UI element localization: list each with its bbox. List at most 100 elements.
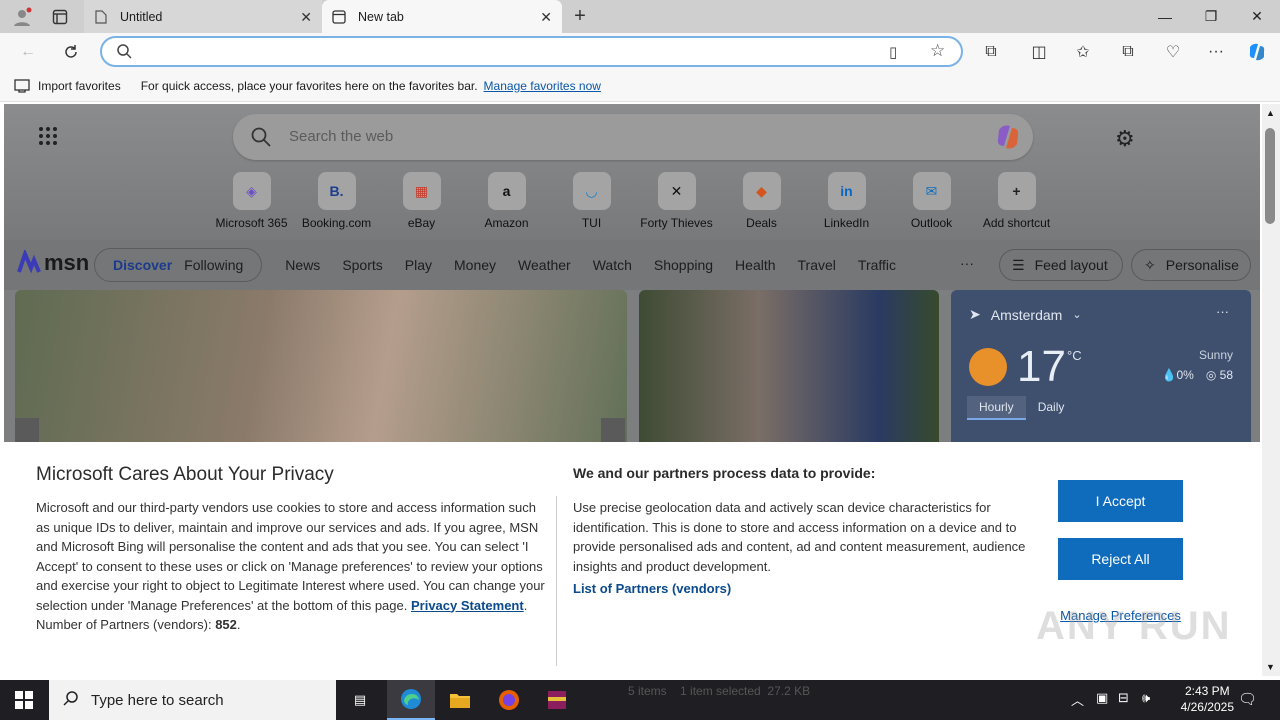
msn-logo[interactable]: msn: [16, 250, 89, 276]
clock[interactable]: 2:43 PM 4/26/2025: [1181, 683, 1234, 715]
minimize-icon[interactable]: —: [1142, 0, 1188, 33]
shortcut-icon: ◡: [572, 172, 611, 210]
privacy-title: Microsoft Cares About Your Privacy: [36, 464, 334, 485]
notifications-icon[interactable]: 🗨: [1238, 690, 1257, 708]
address-bar[interactable]: ▯ ☆: [100, 36, 963, 67]
privacy-statement-link[interactable]: Privacy Statement: [411, 598, 524, 613]
list-of-partners-link[interactable]: List of Partners (vendors): [573, 581, 731, 596]
copilot-icon[interactable]: [1244, 39, 1270, 65]
more-categories-icon[interactable]: ···: [960, 255, 974, 271]
shortcut-label: Booking.com: [301, 216, 372, 230]
shortcut-label: TUI: [581, 216, 602, 230]
tab-untitled[interactable]: Untitled ✕: [84, 0, 322, 33]
feed-layout-button[interactable]: ☰ Feed layout: [999, 249, 1123, 281]
tab-actions-icon[interactable]: [50, 7, 70, 27]
shortcut-tile[interactable]: ◆ Deals: [719, 172, 804, 230]
task-view-icon[interactable]: ▤: [336, 680, 384, 720]
collections-icon[interactable]: ⧉: [1115, 39, 1141, 65]
accept-button[interactable]: I Accept: [1058, 480, 1183, 522]
sparkle-icon: ✧: [1144, 256, 1156, 273]
news-card-secondary[interactable]: [639, 290, 939, 450]
nav-shopping[interactable]: Shopping: [654, 257, 713, 273]
restore-icon[interactable]: ❐: [1188, 0, 1234, 33]
manage-favorites-link[interactable]: Manage favorites now: [484, 79, 601, 93]
shortcut-label: Amazon: [484, 216, 529, 230]
more-menu-icon[interactable]: ···: [1203, 39, 1229, 65]
browser-toolbar: ← ▯ ☆ ⧉ ◫ ✩ ⧉ ♡ ···: [0, 33, 1280, 70]
network-icon[interactable]: ⊟: [1118, 690, 1129, 706]
chevron-down-icon[interactable]: ⌄: [1072, 308, 1081, 321]
tab-following[interactable]: Following: [184, 257, 243, 273]
msn-categories: News Sports Play Money Weather Watch Shopping H…: [274, 257, 907, 273]
weather-more-icon[interactable]: ···: [1216, 304, 1229, 319]
nav-news[interactable]: News: [285, 257, 320, 273]
shortcut-tile[interactable]: ✕ Forty Thieves: [634, 172, 719, 230]
new-tab-plus-icon[interactable]: +: [568, 4, 592, 28]
nav-traffic[interactable]: Traffic: [858, 257, 896, 273]
scrollbar-thumb[interactable]: [1265, 128, 1275, 224]
shortcut-tile[interactable]: ◈ Microsoft 365: [209, 172, 294, 230]
back-icon[interactable]: ←: [15, 39, 41, 65]
nav-sports[interactable]: Sports: [342, 257, 382, 273]
personalise-button[interactable]: ✧ Personalise: [1131, 249, 1251, 281]
browser-essentials-icon[interactable]: ♡: [1160, 39, 1186, 65]
shortcut-tile[interactable]: in LinkedIn: [804, 172, 889, 230]
nav-money[interactable]: Money: [454, 257, 496, 273]
scroll-up-icon[interactable]: ▲: [1266, 108, 1275, 118]
tab-hourly[interactable]: Hourly: [967, 396, 1026, 420]
clock-time: 2:43 PM: [1184, 684, 1230, 698]
tab-new-tab[interactable]: New tab ✕: [322, 0, 562, 33]
shortcut-tile[interactable]: ✉ Outlook: [889, 172, 974, 230]
edge-taskbar-icon[interactable]: [387, 680, 435, 720]
close-window-icon[interactable]: ✕: [1234, 0, 1280, 33]
weather-card[interactable]: ➤ Amsterdam ⌄ ··· 17 °C Sunny 💧0% ◎ 58 H…: [951, 290, 1251, 450]
copilot-icon[interactable]: [993, 122, 1023, 152]
firefox-icon[interactable]: [485, 680, 533, 720]
explorer-status-text: 5 items 1 item selected 27.2 KB: [628, 684, 811, 698]
air-quality-value: 58: [1219, 368, 1233, 382]
weather-location[interactable]: Amsterdam: [991, 307, 1063, 323]
volume-icon[interactable]: 🕪: [1142, 690, 1150, 706]
scroll-down-icon[interactable]: ▼: [1266, 662, 1275, 672]
nav-play[interactable]: Play: [405, 257, 432, 273]
close-tab-icon[interactable]: ✕: [300, 9, 312, 26]
show-hidden-icons[interactable]: ︿: [1071, 690, 1084, 709]
nav-watch[interactable]: Watch: [593, 257, 632, 273]
web-search-box[interactable]: Search the web: [233, 114, 1033, 160]
shortcuts-row: ◈ Microsoft 365 B. Booking.com ▦ eBay a Amazon ◡…: [209, 172, 1059, 230]
reject-all-button[interactable]: Reject All: [1058, 538, 1183, 580]
tab-daily[interactable]: Daily: [1026, 396, 1077, 420]
refresh-icon[interactable]: [58, 39, 84, 65]
shortcut-tile[interactable]: + Add shortcut: [974, 172, 1059, 230]
shortcut-tile[interactable]: ◡ TUI: [549, 172, 634, 230]
close-tab-icon[interactable]: ✕: [540, 9, 552, 26]
nav-health[interactable]: Health: [735, 257, 775, 273]
file-explorer-icon[interactable]: [436, 680, 484, 720]
taskbar-search[interactable]: Type here to search: [49, 680, 336, 720]
shortcut-tile[interactable]: a Amazon: [464, 172, 549, 230]
nav-weather[interactable]: Weather: [518, 257, 571, 273]
device-icon[interactable]: ▣: [1096, 690, 1108, 706]
feed-toggle: Discover Following: [94, 248, 263, 282]
favorite-star-icon[interactable]: ☆: [930, 41, 945, 61]
data-processing-body: Use precise geolocation data and activel…: [573, 500, 1026, 574]
apps-grid-icon[interactable]: [38, 126, 58, 146]
split-screen-icon[interactable]: ◫: [1026, 39, 1052, 65]
favorites-icon[interactable]: ✩: [1070, 39, 1096, 65]
page-settings-gear-icon[interactable]: ⚙: [1115, 126, 1135, 152]
nav-travel[interactable]: Travel: [798, 257, 836, 273]
windows-start-icon[interactable]: [0, 680, 48, 720]
winrar-icon[interactable]: [533, 680, 581, 720]
extensions-icon[interactable]: ⧉: [978, 39, 1004, 65]
profile-icon[interactable]: [10, 5, 34, 29]
shortcut-tile[interactable]: B. Booking.com: [294, 172, 379, 230]
msn-feed-bar: msn Discover Following News Sports Play Mon…: [4, 240, 1260, 290]
address-input[interactable]: [142, 43, 862, 61]
taskbar: Type here to search ▤ 5 items 1 item sel…: [0, 680, 1280, 720]
immersive-reader-icon[interactable]: ▯: [889, 43, 897, 61]
shortcut-tile[interactable]: ▦ eBay: [379, 172, 464, 230]
page-scrollbar[interactable]: ▲ ▼: [1262, 104, 1280, 676]
tab-discover[interactable]: Discover: [113, 257, 172, 273]
import-favorites-button[interactable]: Import favorites: [38, 79, 121, 93]
news-card-hero[interactable]: [15, 290, 627, 450]
